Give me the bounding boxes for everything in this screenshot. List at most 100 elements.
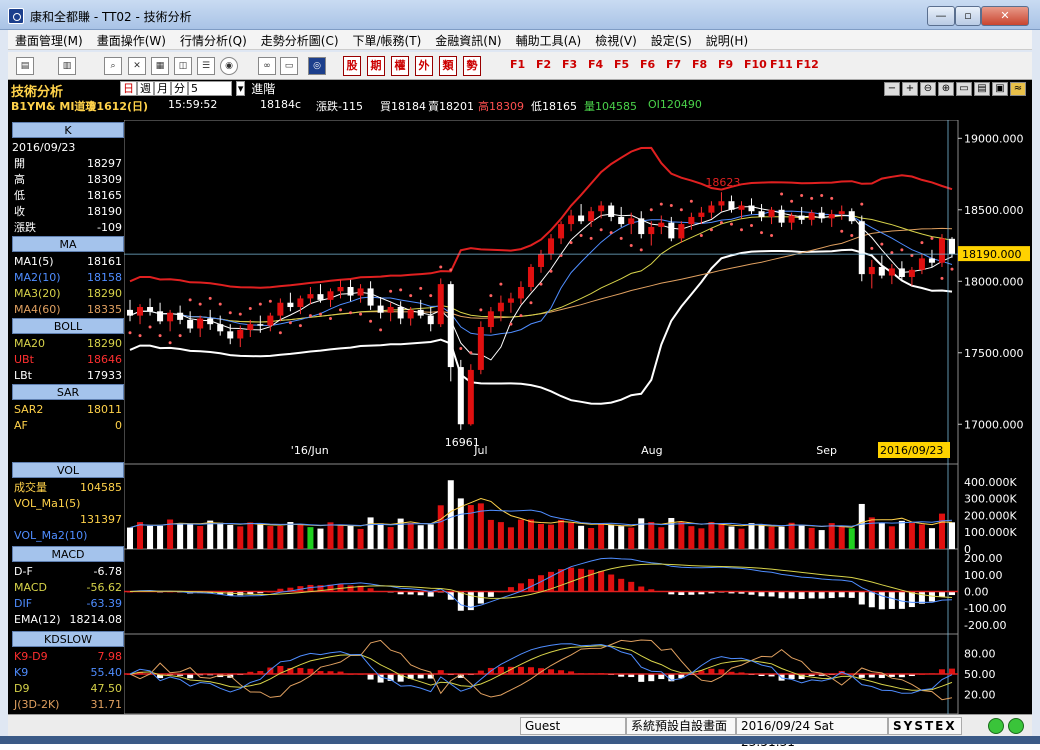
function-key-6[interactable]: F6 — [640, 58, 655, 71]
section-boll[interactable]: BOLL — [12, 318, 124, 334]
sar-dot — [489, 294, 493, 298]
kd-histogram-bar — [497, 666, 504, 674]
period-day-button[interactable]: 日 — [120, 81, 137, 96]
market-button-2[interactable]: 權 — [391, 56, 409, 76]
kd-value: 31.71 — [90, 698, 123, 711]
candle-body — [798, 215, 805, 220]
sar-dot — [820, 193, 824, 197]
grid-icon[interactable]: ▦ — [151, 57, 169, 75]
period-week-button[interactable]: 週 — [137, 81, 154, 96]
market-button-0[interactable]: 股 — [343, 56, 361, 76]
function-key-4[interactable]: F4 — [588, 58, 603, 71]
function-key-8[interactable]: F8 — [692, 58, 707, 71]
list-icon[interactable]: ☰ — [197, 57, 215, 75]
close-chart-icon[interactable]: ✕ — [128, 57, 146, 75]
section-sar[interactable]: SAR — [12, 384, 124, 400]
menu-item-9[interactable]: 說明(H) — [699, 30, 755, 51]
macd-histogram-bar — [828, 591, 835, 599]
layout-icon[interactable]: ▥ — [58, 57, 76, 75]
ma-row: MA1(5) 18161 — [12, 254, 124, 270]
candle-body — [638, 218, 645, 235]
macd-value: -56.62 — [86, 581, 122, 594]
title-bar[interactable]: 康和全都賺 - TT02 - 技術分析 — ▫ ✕ — [0, 0, 1040, 30]
quote-last: 18184c — [260, 98, 302, 111]
menu-item-7[interactable]: 檢視(V) — [588, 30, 644, 51]
candle-body — [337, 286, 344, 292]
minimize-button[interactable]: — — [927, 6, 955, 26]
macd-value: -6.78 — [93, 565, 122, 578]
macd-label: EMA(12) — [14, 613, 61, 626]
split-icon[interactable]: ◫ — [174, 57, 192, 75]
macd-label: DIF — [14, 597, 33, 610]
function-key-7[interactable]: F7 — [666, 58, 681, 71]
market-button-4[interactable]: 類 — [439, 56, 457, 76]
chart-plots[interactable]: 19000.000 18500.000 18000.000 17500.000 1700… — [124, 120, 1032, 714]
menu-item-1[interactable]: 畫面操作(W) — [90, 30, 173, 51]
function-key-11[interactable]: F11 — [770, 58, 793, 71]
brand-label: SYSTEX — [888, 717, 962, 735]
print-icon[interactable]: ▤ — [974, 82, 990, 96]
kd-histogram-bar — [708, 668, 715, 674]
menu-item-4[interactable]: 下單/帳務(T) — [346, 30, 429, 51]
market-button-1[interactable]: 期 — [367, 56, 385, 76]
window-icon[interactable]: ▭ — [280, 57, 298, 75]
function-key-12[interactable]: F12 — [796, 58, 819, 71]
screen-icon[interactable]: ▤ — [16, 57, 34, 75]
section-k[interactable]: K — [12, 122, 124, 138]
maximize-button[interactable]: ▫ — [955, 6, 981, 26]
volume-bar — [948, 522, 956, 549]
minutes-select[interactable]: 5 — [188, 81, 232, 96]
sar-dot — [649, 208, 653, 212]
boll-row: UBt 18646 — [12, 352, 124, 368]
chat-icon[interactable]: ▭ — [956, 82, 972, 96]
volume-bar — [688, 526, 695, 549]
function-key-10[interactable]: F10 — [744, 58, 767, 71]
sar-dot — [499, 282, 503, 286]
menu-item-8[interactable]: 設定(S) — [644, 30, 699, 51]
menu-item-0[interactable]: 畫面管理(M) — [8, 30, 90, 51]
candle-body — [237, 329, 244, 339]
candle-body — [177, 312, 184, 320]
function-key-1[interactable]: F1 — [510, 58, 525, 71]
plus-icon[interactable]: + — [902, 82, 918, 96]
save-icon[interactable]: ▣ — [992, 82, 1008, 96]
k-row: 漲跌 -109 — [12, 220, 124, 236]
section-macd[interactable]: MACD — [12, 546, 124, 562]
x-axis-label: Aug — [641, 444, 662, 457]
globe-icon[interactable]: ◉ — [220, 57, 238, 75]
k-label: 高 — [14, 173, 25, 186]
volume-bar — [227, 524, 234, 549]
quote-change: 漲跌-115 — [316, 100, 363, 113]
market-button-5[interactable]: 勢 — [463, 56, 481, 76]
function-key-9[interactable]: F9 — [718, 58, 733, 71]
advanced-button[interactable]: 進階 — [251, 82, 275, 96]
volume-bar — [598, 523, 605, 549]
period-month-button[interactable]: 月 — [154, 81, 171, 96]
link-icon[interactable]: ∞ — [258, 57, 276, 75]
k-label: 開 — [14, 157, 25, 170]
search-icon[interactable]: ⌕ — [104, 57, 122, 75]
section-vol[interactable]: VOL — [12, 462, 124, 478]
menu-item-5[interactable]: 金融資訊(N) — [428, 30, 508, 51]
minus-icon[interactable]: − — [884, 82, 900, 96]
section-kd[interactable]: KDSLOW — [12, 631, 124, 647]
candle-body — [437, 284, 444, 325]
close-button[interactable]: ✕ — [981, 6, 1029, 26]
dropdown-arrow-icon[interactable]: ▾ — [235, 81, 246, 96]
menu-item-3[interactable]: 走勢分析圖(C) — [254, 30, 346, 51]
zoom-out-icon[interactable]: ⊖ — [920, 82, 936, 96]
function-key-2[interactable]: F2 — [536, 58, 551, 71]
function-key-5[interactable]: F5 — [614, 58, 629, 71]
brand-icon[interactable]: ◎ — [308, 57, 326, 75]
current-date-tag: 2016/09/23 — [880, 444, 943, 457]
function-key-3[interactable]: F3 — [562, 58, 577, 71]
market-button-3[interactable]: 外 — [415, 56, 433, 76]
export-icon[interactable]: ≈ — [1010, 82, 1026, 96]
menu-item-6[interactable]: 輔助工具(A) — [509, 30, 589, 51]
macd-row: DIF -63.39 — [12, 596, 124, 612]
zoom-in-icon[interactable]: ⊕ — [938, 82, 954, 96]
menu-item-2[interactable]: 行情分析(Q) — [173, 30, 254, 51]
period-minute-button[interactable]: 分 — [171, 81, 188, 96]
section-ma[interactable]: MA — [12, 236, 124, 252]
volume-bar — [287, 522, 294, 549]
